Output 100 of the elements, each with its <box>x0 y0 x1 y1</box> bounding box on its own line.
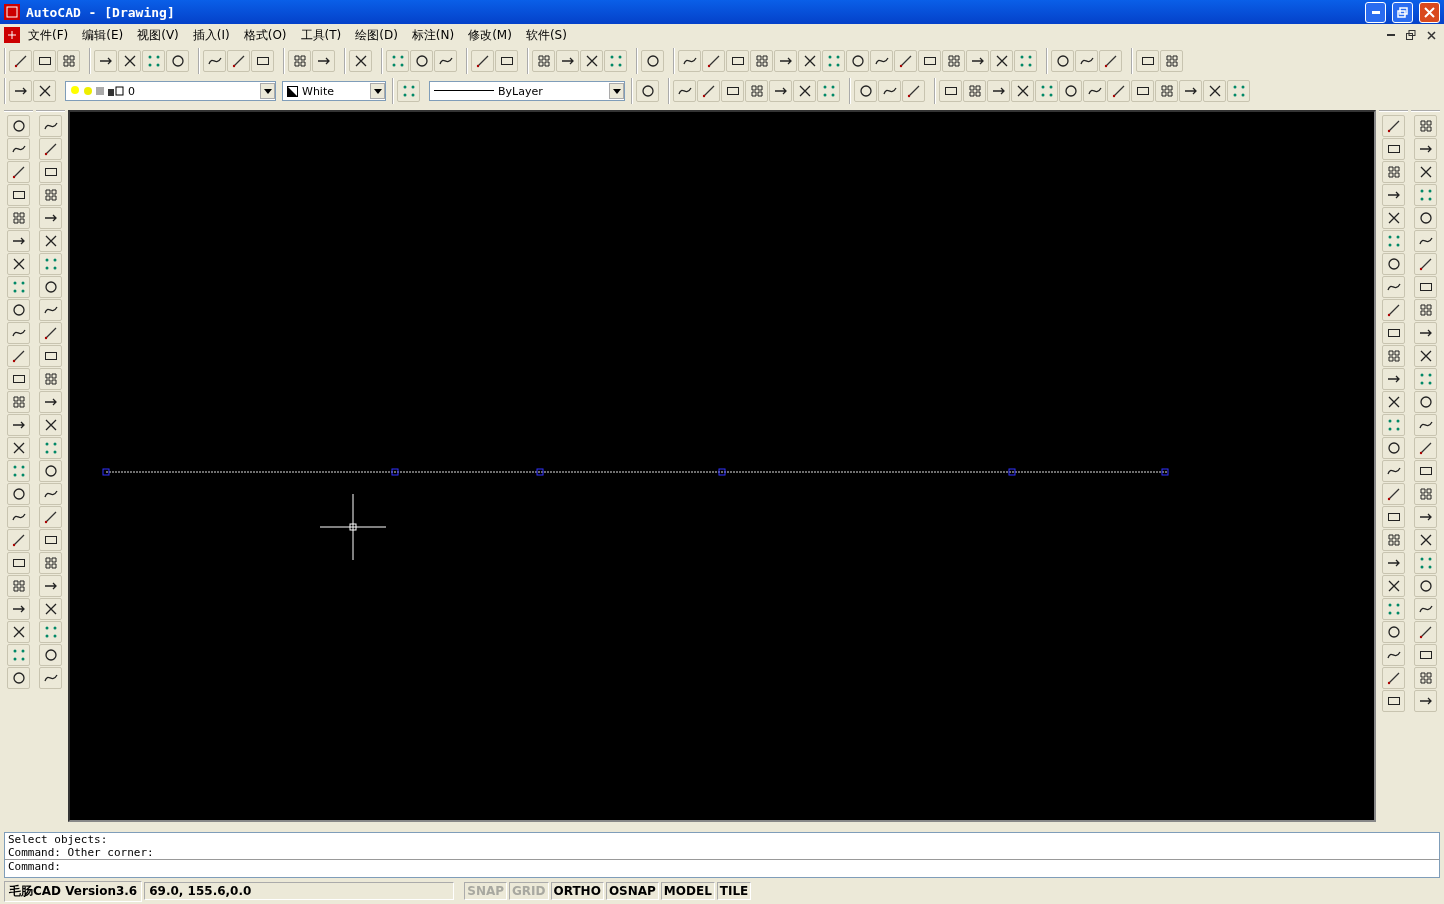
toolbar-button[interactable] <box>1414 437 1437 459</box>
toolbar-button[interactable] <box>1382 138 1405 160</box>
toolbar-button[interactable] <box>673 80 696 102</box>
menu-item[interactable]: 修改(M) <box>462 24 518 46</box>
toolbar-button[interactable] <box>495 50 518 72</box>
toolbar-button[interactable] <box>1414 230 1437 252</box>
toolbar-button[interactable] <box>39 483 62 505</box>
toolbar-button[interactable] <box>990 50 1013 72</box>
toolbar-button[interactable] <box>7 368 30 390</box>
toolbar-button[interactable] <box>1382 368 1405 390</box>
toolbar-button[interactable] <box>7 115 30 137</box>
toolbar-button[interactable] <box>1414 391 1437 413</box>
toolbar-button[interactable] <box>1414 529 1437 551</box>
menu-item[interactable]: 工具(T) <box>294 24 348 46</box>
toolbar-button[interactable] <box>702 50 725 72</box>
toolbar-button[interactable] <box>7 437 30 459</box>
toolbar-button[interactable] <box>1160 50 1183 72</box>
toolbar-button[interactable] <box>39 161 62 183</box>
dropdown-button[interactable] <box>370 83 385 99</box>
toolbar-button[interactable] <box>39 644 62 666</box>
toolbar-button[interactable] <box>7 598 30 620</box>
toolbar-button[interactable] <box>641 50 664 72</box>
toolbar-button[interactable] <box>726 50 749 72</box>
toolbar-button[interactable] <box>854 80 877 102</box>
toolbar-button[interactable] <box>721 80 744 102</box>
toolbar-button[interactable] <box>1059 80 1082 102</box>
toolbar-button[interactable] <box>963 80 986 102</box>
toolbar-button[interactable] <box>1083 80 1106 102</box>
dropdown-button[interactable] <box>260 83 275 99</box>
toolbar-button[interactable] <box>349 50 372 72</box>
toolbar-button[interactable] <box>1414 345 1437 367</box>
toolbar-button[interactable] <box>1051 50 1074 72</box>
toolbar-button[interactable] <box>7 621 30 643</box>
toolbar-button[interactable] <box>1155 80 1178 102</box>
toolbar-button[interactable] <box>39 598 62 620</box>
toolbar-button[interactable] <box>39 391 62 413</box>
toolbar-button[interactable] <box>7 253 30 275</box>
toolbar-button[interactable] <box>745 80 768 102</box>
menu-item[interactable]: 编辑(E) <box>76 24 130 46</box>
status-toggle[interactable]: OSNAP <box>605 882 659 900</box>
toolbar-button[interactable] <box>9 80 32 102</box>
menu-item[interactable]: 软件(S) <box>519 24 573 46</box>
toolbar-button[interactable] <box>902 80 925 102</box>
toolbar-button[interactable] <box>1382 575 1405 597</box>
toolbar-button[interactable] <box>1382 184 1405 206</box>
toolbar-button[interactable] <box>7 552 30 574</box>
toolbar-button[interactable] <box>7 184 30 206</box>
toolbar-button[interactable] <box>7 230 30 252</box>
toolbar-button[interactable] <box>39 299 62 321</box>
toolbar-button[interactable] <box>870 50 893 72</box>
toolbar-button[interactable] <box>1382 667 1405 689</box>
toolbar-button[interactable] <box>94 50 117 72</box>
toolbar-button[interactable] <box>410 50 433 72</box>
toolbar-button[interactable] <box>1382 690 1405 712</box>
toolbar-button[interactable] <box>1414 115 1437 137</box>
toolbar-button[interactable] <box>7 322 30 344</box>
status-toggle[interactable]: TILE <box>716 882 752 900</box>
toolbar-button[interactable] <box>39 414 62 436</box>
toolbar-button[interactable] <box>1414 253 1437 275</box>
toolbar-button[interactable] <box>1382 253 1405 275</box>
toolbar-button[interactable] <box>1414 575 1437 597</box>
close-button[interactable] <box>1419 1 1440 23</box>
toolbar-button[interactable] <box>39 322 62 344</box>
toolbar-button[interactable] <box>1414 506 1437 528</box>
toolbar-button[interactable] <box>894 50 917 72</box>
toolbar-button[interactable] <box>118 50 141 72</box>
toolbar-button[interactable] <box>1075 50 1098 72</box>
toolbar-button[interactable] <box>39 575 62 597</box>
toolbar-button[interactable] <box>39 115 62 137</box>
toolbar-button[interactable] <box>1414 138 1437 160</box>
toolbar-button[interactable] <box>7 483 30 505</box>
toolbar-button[interactable] <box>39 345 62 367</box>
toolbar-button[interactable] <box>7 391 30 413</box>
toolbar-button[interactable] <box>846 50 869 72</box>
toolbar-button[interactable] <box>39 230 62 252</box>
toolbar-button[interactable] <box>251 50 274 72</box>
toolbar-button[interactable] <box>774 50 797 72</box>
toolbar-button[interactable] <box>7 299 30 321</box>
toolbar-button[interactable] <box>7 138 30 160</box>
toolbar-button[interactable] <box>33 80 56 102</box>
menu-item[interactable]: 文件(F) <box>22 24 75 46</box>
toolbar-button[interactable] <box>1382 621 1405 643</box>
toolbar-button[interactable] <box>39 138 62 160</box>
toolbar-button[interactable] <box>39 552 62 574</box>
toolbar-button[interactable] <box>7 161 30 183</box>
toolbar-button[interactable] <box>1414 207 1437 229</box>
toolbar-button[interactable] <box>966 50 989 72</box>
minimize-button[interactable] <box>1365 1 1386 23</box>
toolbar-button[interactable] <box>939 80 962 102</box>
toolbar-button[interactable] <box>793 80 816 102</box>
toolbar-button[interactable] <box>636 80 659 102</box>
selected-line[interactable] <box>102 466 1172 478</box>
toolbar-button[interactable] <box>1414 414 1437 436</box>
toolbar-button[interactable] <box>9 50 32 72</box>
toolbar-button[interactable] <box>203 50 226 72</box>
toolbar-button[interactable] <box>227 50 250 72</box>
toolbar-button[interactable] <box>918 50 941 72</box>
toolbar-button[interactable] <box>987 80 1010 102</box>
toolbar-button[interactable] <box>1414 598 1437 620</box>
toolbar-button[interactable] <box>1382 483 1405 505</box>
